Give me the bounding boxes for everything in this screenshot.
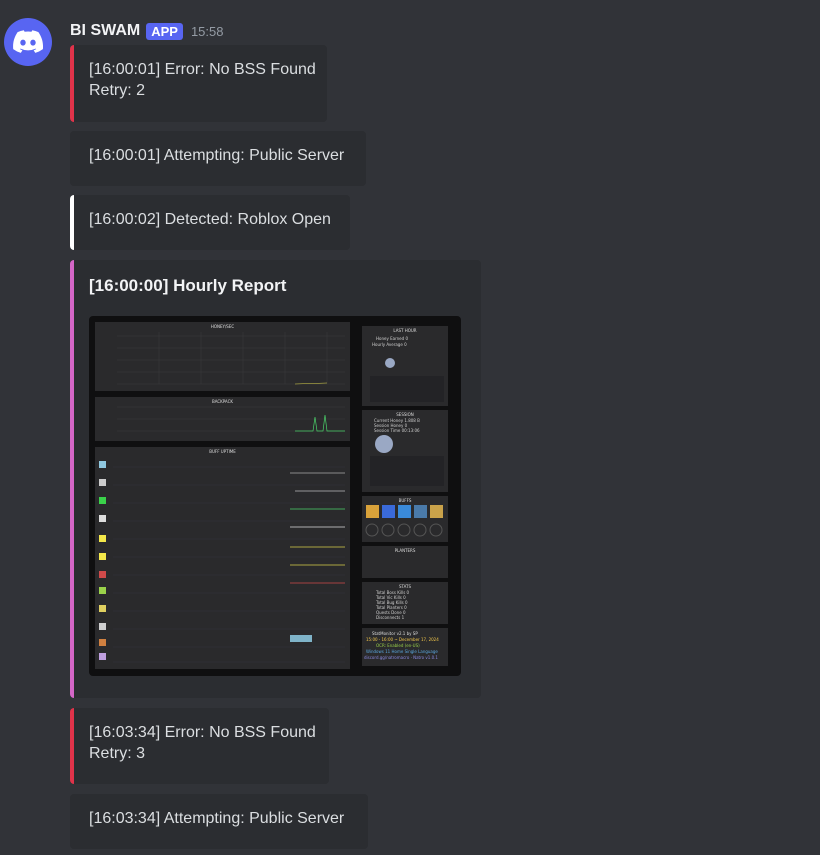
buff-uptime-chart: BUFF UPTIME <box>95 447 350 669</box>
planters-panel: PLANTERS <box>362 546 448 578</box>
embed-error-2: [16:03:34] Error: No BSS Found Retry: 3 <box>70 708 329 784</box>
honey-sec-chart: HONEY/SEC <box>95 322 350 391</box>
stats-line: Disconnects 1 <box>376 615 405 620</box>
footer-line: OCR: Enabled (en-US) <box>376 643 420 648</box>
embed-hourly-report: [16:00:00] Hourly Report HONEY/SEC BACKP… <box>70 260 481 698</box>
embed-text: [16:00:02] Detected: Roblox Open <box>89 211 331 228</box>
footer-panel: StatMonitor v2.1 by SP 15:00 - 16:00 ~ D… <box>362 628 448 666</box>
embed-attempting-2: [16:03:34] Attempting: Public Server <box>70 794 368 849</box>
session-pie <box>370 435 444 486</box>
footer-line: 15:00 - 16:00 ~ December 17, 2024 <box>366 637 439 642</box>
embed-text: [16:03:34] Attempting: Public Server <box>89 810 345 827</box>
bot-avatar[interactable] <box>4 18 52 66</box>
app-badge: APP <box>146 22 183 40</box>
buffs-icons <box>365 505 443 537</box>
hourly-report-image[interactable]: HONEY/SEC BACKPACK BUFF UPTIME LAST HOUR… <box>89 316 461 676</box>
buffs-panel: BUFFS <box>362 496 448 542</box>
embed-detected: [16:00:02] Detected: Roblox Open <box>70 195 350 250</box>
report-title: [16:00:00] Hourly Report <box>89 276 287 295</box>
message-header: BI SWAM APP 15:58 <box>70 20 224 42</box>
planters-title: PLANTERS <box>394 548 416 553</box>
stats-title: STATS <box>398 584 412 589</box>
backpack-grid <box>117 406 345 432</box>
last-hour-pie <box>370 358 444 402</box>
discord-logo-icon <box>13 30 43 53</box>
stats-panel: STATS Total Boss Kills 0 Total Vic Kills… <box>362 582 448 624</box>
session-panel: SESSION Current Honey 1.808 B Session Ho… <box>362 410 448 492</box>
embed-text: [16:03:34] Error: No BSS Found Retry: 3 <box>89 724 316 762</box>
embed-text: [16:00:01] Error: No BSS Found Retry: 2 <box>89 61 316 99</box>
username[interactable]: BI SWAM <box>70 22 140 40</box>
embed-attempting-1: [16:00:01] Attempting: Public Server <box>70 131 366 186</box>
message-timestamp[interactable]: 15:58 <box>191 24 224 39</box>
embed-error-1: [16:00:01] Error: No BSS Found Retry: 2 <box>70 45 327 122</box>
last-hour-panel: LAST HOUR Honey Earned 0 Hourly Average … <box>362 326 448 406</box>
honey-sec-grid <box>117 332 345 385</box>
footer-line: discord.gg/natromacro · Natro v1.0.1 <box>364 655 438 660</box>
buff-uptime-grid <box>99 461 345 663</box>
backpack-chart: BACKPACK <box>95 397 350 441</box>
embed-text: [16:00:01] Attempting: Public Server <box>89 147 345 164</box>
footer-line: Windows 11 Home Single Language <box>366 649 438 654</box>
footer-line: StatMonitor v2.1 by SP <box>372 631 418 636</box>
